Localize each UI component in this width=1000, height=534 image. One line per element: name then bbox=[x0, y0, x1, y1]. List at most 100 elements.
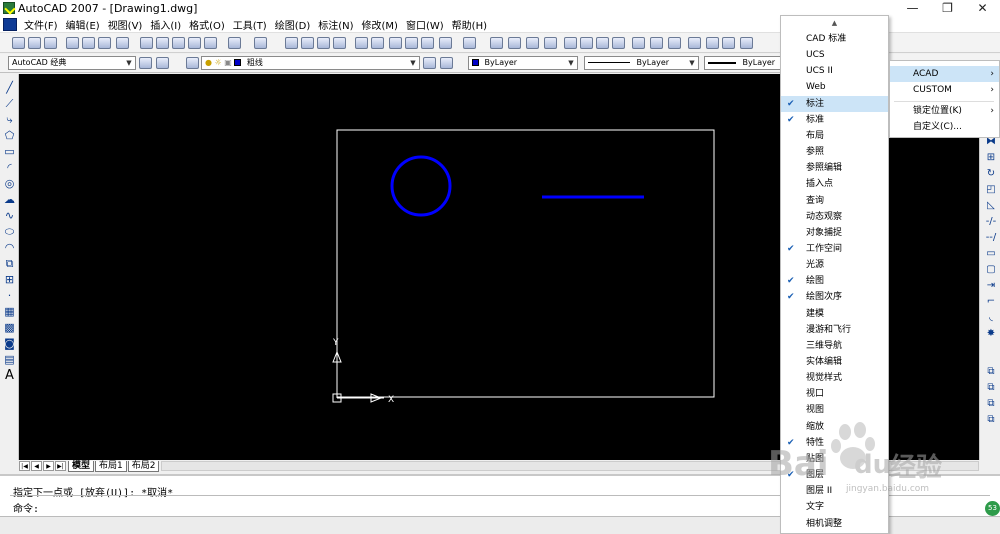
block-editor-icon[interactable] bbox=[204, 37, 217, 49]
plot-icon[interactable] bbox=[66, 37, 79, 49]
linetype-select[interactable]: ByLayer ▼ bbox=[584, 56, 699, 70]
circle-icon[interactable]: ◎ bbox=[3, 178, 16, 190]
menu-modify[interactable]: 修改(M) bbox=[358, 17, 402, 32]
menu-draw[interactable]: 绘图(D) bbox=[271, 17, 315, 32]
restore-button[interactable]: ❐ bbox=[930, 0, 965, 16]
zoom-realtime-icon[interactable] bbox=[301, 37, 314, 49]
menu-insert[interactable]: 插入(I) bbox=[146, 17, 185, 32]
context-menu-item[interactable]: 视图 bbox=[781, 402, 888, 418]
context-menu-item[interactable]: 建模 bbox=[781, 306, 888, 322]
zoom-previous-icon[interactable] bbox=[333, 37, 346, 49]
baseline-dim-icon[interactable] bbox=[650, 37, 663, 49]
context-menu-item[interactable]: ✔ 工作空间 bbox=[781, 241, 888, 257]
context-menu-item[interactable]: UCS II bbox=[781, 63, 888, 79]
context-menu-item[interactable]: ✔ 标注 bbox=[781, 95, 888, 112]
context-menu-item[interactable]: ✔ 绘图次序 bbox=[781, 289, 888, 305]
help-icon[interactable] bbox=[463, 37, 476, 49]
context-menu-item[interactable]: 查询 bbox=[781, 193, 888, 209]
hatch-icon[interactable]: ▦ bbox=[3, 306, 16, 318]
last-tab-button[interactable]: ▶| bbox=[55, 461, 66, 471]
submenu-item-acad[interactable]: ACAD › bbox=[890, 66, 999, 82]
context-menu-item[interactable]: Web bbox=[781, 79, 888, 95]
context-menu-item[interactable]: UCS bbox=[781, 47, 888, 63]
color-select[interactable]: ByLayer ▼ bbox=[468, 56, 578, 70]
revision-cloud-icon[interactable]: ☁ bbox=[3, 194, 16, 206]
menu-edit[interactable]: 编辑(E) bbox=[62, 17, 104, 32]
construction-line-icon[interactable]: ⟋ bbox=[3, 98, 16, 110]
spline-icon[interactable]: ∿ bbox=[3, 210, 16, 222]
linear-dim-icon[interactable] bbox=[490, 37, 503, 49]
jogged-dim-icon[interactable] bbox=[580, 37, 593, 49]
tolerance-icon[interactable] bbox=[706, 37, 719, 49]
break-icon[interactable]: ▭ bbox=[985, 248, 997, 259]
continue-dim-icon[interactable] bbox=[668, 37, 681, 49]
bring-above-icon[interactable]: ⧉ bbox=[985, 398, 997, 409]
minimize-button[interactable]: — bbox=[895, 0, 930, 16]
3d-dwf-icon[interactable] bbox=[116, 37, 129, 49]
markup-icon[interactable] bbox=[421, 37, 434, 49]
workspace-select[interactable]: AutoCAD 经典 ▼ bbox=[8, 56, 136, 70]
layer-manager-icon[interactable] bbox=[186, 57, 199, 69]
context-menu-item[interactable]: ✔ 标准 bbox=[781, 112, 888, 128]
context-menu-item[interactable]: ✔ 绘图 bbox=[781, 273, 888, 289]
new-icon[interactable] bbox=[12, 37, 25, 49]
bring-to-front-icon[interactable]: ⧉ bbox=[985, 366, 997, 377]
command-prompt[interactable]: 命令: bbox=[13, 500, 39, 515]
context-menu-item[interactable]: 布局 bbox=[781, 128, 888, 144]
workspace-save-icon[interactable] bbox=[156, 57, 169, 69]
arc-icon[interactable]: ◜ bbox=[3, 162, 16, 174]
close-button[interactable]: ✕ bbox=[965, 0, 1000, 16]
make-block-icon[interactable]: ⊞ bbox=[3, 274, 16, 286]
insert-block-icon[interactable]: ⧉ bbox=[3, 258, 16, 270]
menu-dimension[interactable]: 标注(N) bbox=[314, 17, 357, 32]
scale-icon[interactable]: ◰ bbox=[985, 184, 997, 195]
tab-layout2[interactable]: 布局2 bbox=[127, 460, 160, 472]
rotate-icon[interactable]: ↻ bbox=[985, 168, 997, 179]
context-menu-item[interactable]: 视口 bbox=[781, 386, 888, 402]
context-menu-item[interactable]: 三维导航 bbox=[781, 338, 888, 354]
stretch-icon[interactable]: ◺ bbox=[985, 200, 997, 211]
first-tab-button[interactable]: |◀ bbox=[19, 461, 30, 471]
submenu-item-custom[interactable]: CUSTOM › bbox=[890, 82, 999, 98]
explode-icon[interactable]: ✸ bbox=[985, 328, 997, 339]
quickcalc-icon[interactable] bbox=[439, 37, 452, 49]
context-menu-item[interactable]: 插入点 bbox=[781, 176, 888, 192]
rectangle-icon[interactable]: ▭ bbox=[3, 146, 16, 158]
menu-help[interactable]: 帮助(H) bbox=[448, 17, 491, 32]
pan-icon[interactable] bbox=[285, 37, 298, 49]
multiline-text-icon[interactable]: A bbox=[3, 369, 16, 382]
submenu-item-customize[interactable]: 自定义(C)... bbox=[890, 119, 999, 135]
plot-preview-icon[interactable] bbox=[82, 37, 95, 49]
polyline-icon[interactable]: ⤷ bbox=[3, 114, 16, 126]
diameter-dim-icon[interactable] bbox=[596, 37, 609, 49]
context-menu-item[interactable]: 光源 bbox=[781, 257, 888, 273]
next-tab-button[interactable]: ▶ bbox=[43, 461, 54, 471]
angular-dim-icon[interactable] bbox=[612, 37, 625, 49]
region-icon[interactable]: ◙ bbox=[3, 338, 16, 350]
quick-leader-icon[interactable] bbox=[688, 37, 701, 49]
center-mark-icon[interactable] bbox=[722, 37, 735, 49]
lineweight-select[interactable]: ByLayer bbox=[704, 56, 784, 70]
redo-icon[interactable] bbox=[254, 37, 267, 49]
ellipse-icon[interactable]: ⬭ bbox=[3, 226, 16, 238]
open-icon[interactable] bbox=[28, 37, 41, 49]
aligned-dim-icon[interactable] bbox=[508, 37, 521, 49]
join-icon[interactable]: ⇥ bbox=[985, 280, 997, 291]
fillet-icon[interactable]: ◟ bbox=[985, 312, 997, 323]
tab-model[interactable]: 模型 bbox=[68, 460, 95, 472]
zoom-window-icon[interactable] bbox=[317, 37, 330, 49]
copy-icon[interactable] bbox=[156, 37, 169, 49]
menu-tools[interactable]: 工具(T) bbox=[229, 17, 271, 32]
context-menu-item[interactable]: 漫游和飞行 bbox=[781, 322, 888, 338]
quick-dim-icon[interactable] bbox=[632, 37, 645, 49]
polygon-icon[interactable]: ⬠ bbox=[3, 130, 16, 142]
tab-layout1[interactable]: 布局1 bbox=[95, 460, 127, 472]
context-menu-item[interactable]: 参照编辑 bbox=[781, 160, 888, 176]
menu-view[interactable]: 视图(V) bbox=[104, 17, 147, 32]
gradient-icon[interactable]: ▩ bbox=[3, 322, 16, 334]
offset-icon[interactable]: ⊞ bbox=[985, 152, 997, 163]
layer-previous-icon[interactable] bbox=[440, 57, 453, 69]
context-menu-item[interactable]: 视觉样式 bbox=[781, 370, 888, 386]
sheet-set-icon[interactable] bbox=[405, 37, 418, 49]
context-menu-item[interactable]: 参照 bbox=[781, 144, 888, 160]
